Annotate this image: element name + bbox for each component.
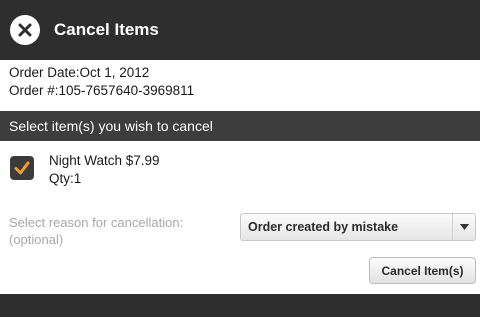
item-name-price: Night Watch $7.99 xyxy=(49,153,160,168)
reason-select[interactable]: Order created by mistake xyxy=(240,213,476,241)
reason-select-value: Order created by mistake xyxy=(248,220,399,234)
list-item: Night Watch $7.99 Qty:1 xyxy=(10,152,160,188)
item-checkbox[interactable] xyxy=(10,156,34,180)
section-header: Select item(s) you wish to cancel xyxy=(0,111,480,141)
item-qty: Qty:1 xyxy=(49,171,82,186)
item-details: Night Watch $7.99 Qty:1 xyxy=(49,152,160,188)
close-icon xyxy=(18,23,32,37)
section-title: Select item(s) you wish to cancel xyxy=(9,118,213,134)
reason-label-line1: Select reason for cancellation: xyxy=(9,215,184,230)
dropdown-arrow[interactable] xyxy=(452,214,475,240)
close-button[interactable] xyxy=(10,15,40,45)
order-number: Order #:105-7657640-3969811 xyxy=(9,83,195,98)
reason-label-line2: (optional) xyxy=(9,232,64,247)
page-title: Cancel Items xyxy=(54,20,159,39)
triangle-down-icon xyxy=(459,224,469,230)
bottom-bar xyxy=(0,294,480,317)
order-info: Order Date:Oct 1, 2012 Order #:105-76576… xyxy=(9,64,194,100)
order-date: Order Date:Oct 1, 2012 xyxy=(9,65,150,80)
reason-label: Select reason for cancellation: (optiona… xyxy=(9,214,237,248)
checkmark-icon xyxy=(14,161,30,175)
top-bar: Cancel Items xyxy=(0,0,480,60)
cancel-items-button[interactable]: Cancel Item(s) xyxy=(369,257,476,284)
